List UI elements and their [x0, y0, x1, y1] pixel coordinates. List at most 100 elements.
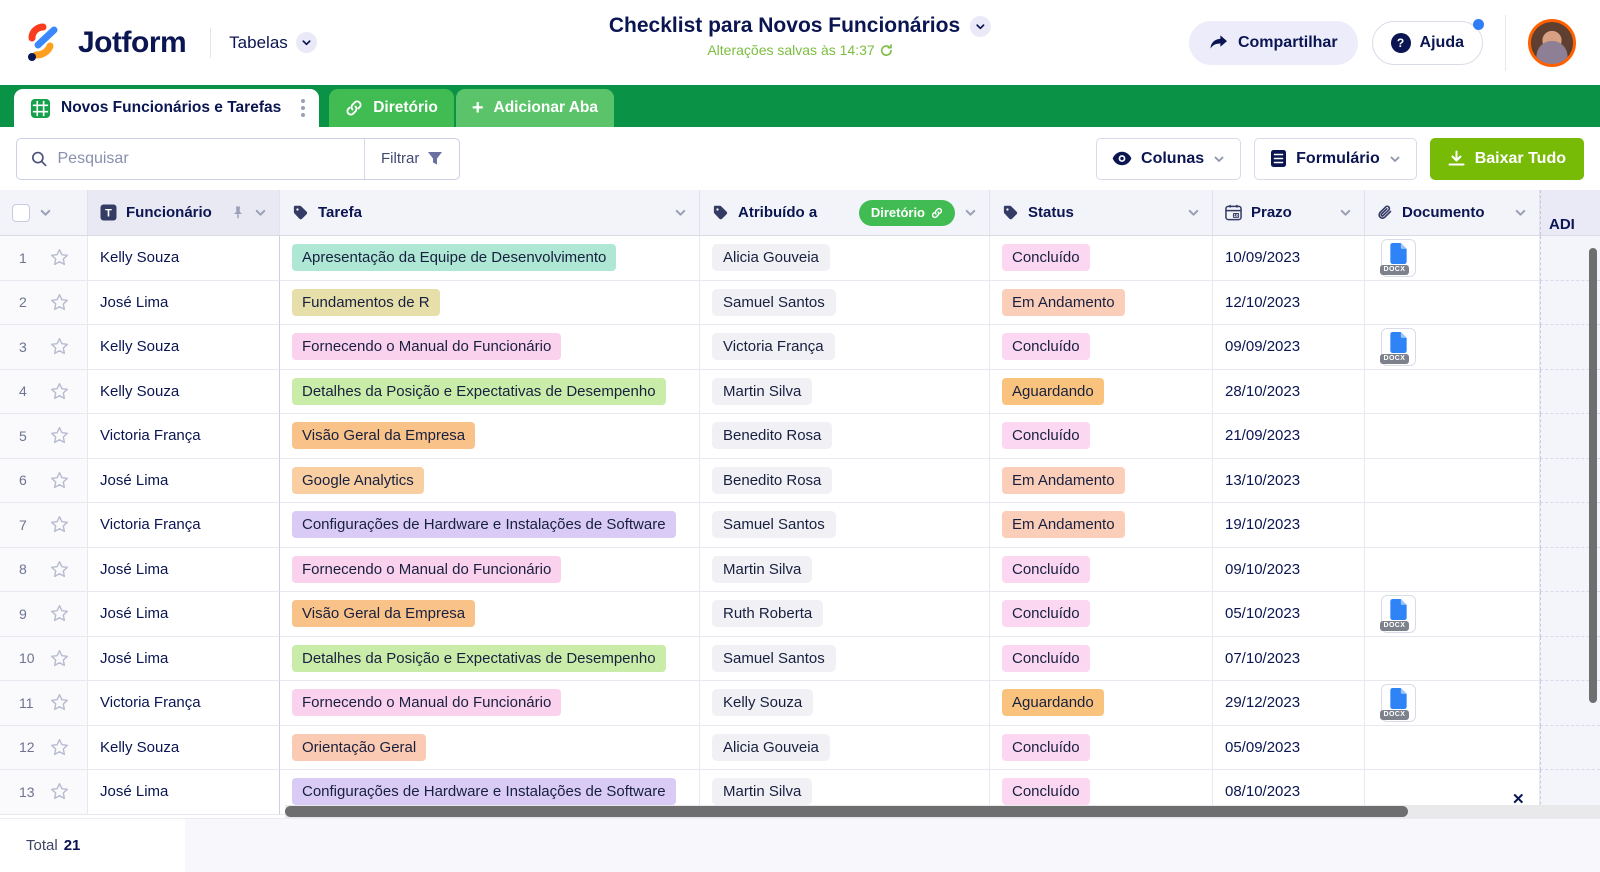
- user-avatar[interactable]: [1528, 18, 1576, 67]
- cell-status[interactable]: Em Andamento: [990, 458, 1213, 503]
- cell-funcionario[interactable]: José Lima: [88, 458, 280, 503]
- docx-file[interactable]: DOCX: [1380, 238, 1416, 277]
- cell-atribuido[interactable]: Ruth Roberta: [700, 592, 990, 637]
- cell-documento[interactable]: [1365, 280, 1540, 325]
- cell-prazo[interactable]: 10/09/2023: [1213, 236, 1365, 281]
- cell-atribuido[interactable]: Alicia Gouveia: [700, 725, 990, 770]
- cell-tarefa[interactable]: Fornecendo o Manual do Funcionário: [280, 547, 700, 592]
- cell-prazo[interactable]: 19/10/2023: [1213, 503, 1365, 548]
- cell-atribuido[interactable]: Samuel Santos: [700, 503, 990, 548]
- tab-diretorio[interactable]: Diretório: [329, 89, 454, 127]
- cell-funcionario[interactable]: Victoria França: [88, 414, 280, 459]
- column-header-funcionario[interactable]: T Funcionário: [88, 190, 280, 235]
- select-all-checkbox[interactable]: [12, 203, 30, 222]
- row-select-cell[interactable]: 12: [0, 725, 88, 770]
- share-button[interactable]: Compartilhar: [1188, 20, 1358, 65]
- star-icon[interactable]: [50, 426, 69, 445]
- jotform-logo-icon[interactable]: [24, 23, 64, 63]
- cell-documento[interactable]: [1365, 414, 1540, 459]
- chevron-down-icon[interactable]: [39, 206, 52, 219]
- cell-funcionario[interactable]: Kelly Souza: [88, 725, 280, 770]
- cell-status[interactable]: Em Andamento: [990, 503, 1213, 548]
- row-select-cell[interactable]: 6: [0, 458, 88, 503]
- cell-prazo[interactable]: 05/10/2023: [1213, 592, 1365, 637]
- cell-tarefa[interactable]: Orientação Geral: [280, 725, 700, 770]
- cell-funcionario[interactable]: José Lima: [88, 547, 280, 592]
- add-column-header[interactable]: ADI: [1540, 190, 1600, 235]
- column-header-tarefa[interactable]: Tarefa: [280, 190, 700, 235]
- column-header-atribuido[interactable]: Atribuído a Diretório: [700, 190, 990, 235]
- add-tab-button[interactable]: + Adicionar Aba: [455, 89, 614, 127]
- cell-funcionario[interactable]: José Lima: [88, 592, 280, 637]
- help-button[interactable]: ? Ajuda: [1371, 20, 1483, 65]
- cell-status[interactable]: Concluído: [990, 592, 1213, 637]
- row-select-cell[interactable]: 2: [0, 280, 88, 325]
- cell-tarefa[interactable]: Fornecendo o Manual do Funcionário: [280, 325, 700, 370]
- cell-documento[interactable]: [1365, 636, 1540, 681]
- cell-status[interactable]: Concluído: [990, 236, 1213, 281]
- docx-file[interactable]: DOCX: [1380, 683, 1416, 722]
- cell-tarefa[interactable]: Visão Geral da Empresa: [280, 414, 700, 459]
- chevron-down-icon[interactable]: [1514, 206, 1527, 219]
- cell-status[interactable]: Aguardando: [990, 369, 1213, 414]
- cell-status[interactable]: Concluído: [990, 636, 1213, 681]
- star-icon[interactable]: [50, 515, 69, 534]
- cell-documento[interactable]: [1365, 369, 1540, 414]
- row-select-cell[interactable]: 13: [0, 770, 88, 815]
- cell-prazo[interactable]: 21/09/2023: [1213, 414, 1365, 459]
- star-icon[interactable]: [50, 337, 69, 356]
- star-icon[interactable]: [50, 293, 69, 312]
- column-header-prazo[interactable]: 10 Prazo: [1213, 190, 1365, 235]
- filter-button[interactable]: Filtrar: [364, 138, 459, 179]
- chevron-down-icon[interactable]: [674, 206, 687, 219]
- star-icon[interactable]: [50, 248, 69, 267]
- row-select-cell[interactable]: 9: [0, 592, 88, 637]
- vertical-scrollbar-thumb[interactable]: [1589, 248, 1597, 703]
- star-icon[interactable]: [50, 782, 69, 801]
- cell-atribuido[interactable]: Victoria França: [700, 325, 990, 370]
- cell-documento[interactable]: DOCX: [1365, 236, 1540, 281]
- row-select-cell[interactable]: 8: [0, 547, 88, 592]
- cell-funcionario[interactable]: Kelly Souza: [88, 369, 280, 414]
- cell-atribuido[interactable]: Benedito Rosa: [700, 458, 990, 503]
- cell-tarefa[interactable]: Detalhes da Posição e Expectativas de De…: [280, 636, 700, 681]
- linked-sheet-badge[interactable]: Diretório: [858, 199, 955, 226]
- cell-atribuido[interactable]: Martin Silva: [700, 547, 990, 592]
- row-select-cell[interactable]: 1: [0, 236, 88, 281]
- cell-documento[interactable]: DOCX: [1365, 592, 1540, 637]
- row-select-cell[interactable]: 3: [0, 325, 88, 370]
- cell-funcionario[interactable]: Kelly Souza: [88, 236, 280, 281]
- column-header-status[interactable]: Status: [990, 190, 1213, 235]
- cell-tarefa[interactable]: Configurações de Hardware e Instalações …: [280, 503, 700, 548]
- star-icon[interactable]: [50, 471, 69, 490]
- horizontal-scrollbar-track[interactable]: [285, 805, 1600, 818]
- cell-status[interactable]: Concluído: [990, 325, 1213, 370]
- cell-documento[interactable]: [1365, 725, 1540, 770]
- cell-prazo[interactable]: 05/09/2023: [1213, 725, 1365, 770]
- close-icon[interactable]: ✕: [1512, 790, 1525, 808]
- cell-status[interactable]: Concluído: [990, 547, 1213, 592]
- cell-documento[interactable]: DOCX: [1365, 325, 1540, 370]
- cell-funcionario[interactable]: José Lima: [88, 770, 280, 815]
- cell-tarefa[interactable]: Fornecendo o Manual do Funcionário: [280, 681, 700, 726]
- star-icon[interactable]: [50, 382, 69, 401]
- cell-documento[interactable]: DOCX: [1365, 681, 1540, 726]
- cell-atribuido[interactable]: Benedito Rosa: [700, 414, 990, 459]
- chevron-down-icon[interactable]: [964, 206, 977, 219]
- cell-tarefa[interactable]: Visão Geral da Empresa: [280, 592, 700, 637]
- row-select-cell[interactable]: 11: [0, 681, 88, 726]
- cell-prazo[interactable]: 13/10/2023: [1213, 458, 1365, 503]
- cell-status[interactable]: Em Andamento: [990, 280, 1213, 325]
- cell-prazo[interactable]: 12/10/2023: [1213, 280, 1365, 325]
- cell-funcionario[interactable]: Victoria França: [88, 503, 280, 548]
- cell-prazo[interactable]: 28/10/2023: [1213, 369, 1365, 414]
- chevron-down-icon[interactable]: [254, 206, 267, 219]
- cell-documento[interactable]: [1365, 458, 1540, 503]
- row-select-cell[interactable]: 10: [0, 636, 88, 681]
- download-all-button[interactable]: Baixar Tudo: [1429, 137, 1584, 180]
- search-input[interactable]: [57, 149, 350, 168]
- tab-novos-funcionarios[interactable]: Novos Funcionários e Tarefas: [14, 89, 320, 127]
- cell-atribuido[interactable]: Samuel Santos: [700, 280, 990, 325]
- cell-funcionario[interactable]: Victoria França: [88, 681, 280, 726]
- product-switcher[interactable]: Tabelas: [229, 32, 317, 53]
